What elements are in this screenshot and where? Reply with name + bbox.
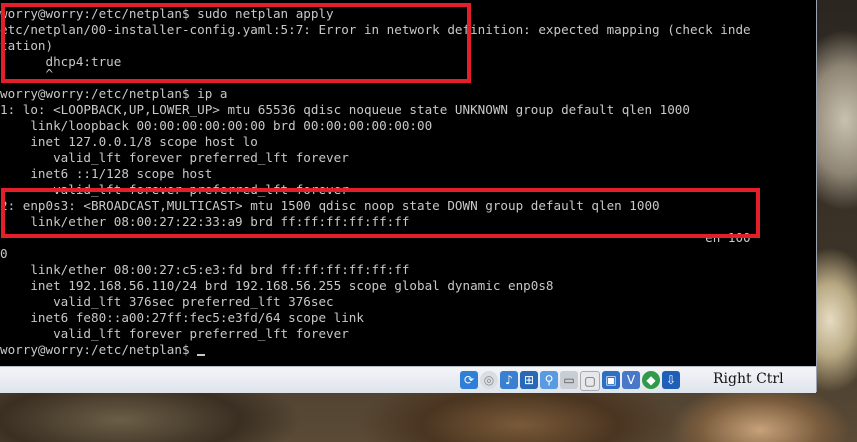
terminal-line: link/ether 08:00:27:c5:e3:fd brd ff:ff:f… [0, 262, 410, 277]
terminal-line: inet6 fe80::a00:27ff:fec5:e3fd/64 scope … [0, 310, 364, 325]
terminal-console[interactable]: worry@worry:/etc/netplan$ sudo netplan a… [0, 0, 816, 366]
terminal-prompt: worry@worry:/etc/netplan$ [0, 342, 198, 357]
vm-icon[interactable]: V [622, 371, 640, 389]
terminal-line: link/ether 08:00:27:22:33:a9 brd ff:ff:f… [0, 214, 410, 229]
keyboard-icon[interactable]: ⇩ [662, 371, 680, 389]
terminal-line: valid_lft forever preferred_lft forever [0, 326, 349, 341]
display-icon[interactable]: ▢ [580, 371, 600, 391]
terminal-line: valid_lft forever preferred_lft forever [0, 182, 349, 197]
mouse-integration-icon[interactable]: ◆ [642, 371, 660, 389]
terminal-line: 1: lo: <LOOPBACK,UP,LOWER_UP> mtu 65536 … [0, 102, 690, 117]
text-cursor [197, 354, 206, 356]
refresh-icon[interactable]: ⟳ [460, 371, 478, 389]
virtualbox-vm-window[interactable]: worry@worry:/etc/netplan$ sudo netplan a… [0, 0, 817, 393]
terminal-line: valid_lft 376sec preferred_lft 376sec [0, 294, 334, 309]
terminal-line: tation) [0, 38, 54, 53]
usb-icon[interactable]: ⚲ [540, 371, 558, 389]
network-icon[interactable]: ⊞ [520, 371, 538, 389]
terminal-line: link/loopback 00:00:00:00:00:00 brd 00:0… [0, 118, 433, 133]
terminal-line: etc/netplan/00-installer-config.yaml:5:7… [0, 22, 751, 37]
terminal-line: inet 192.168.56.110/24 brd 192.168.56.25… [0, 278, 554, 293]
terminal-line: worry@worry:/etc/netplan$ sudo netplan a… [0, 6, 334, 21]
terminal-line: inet 127.0.0.1/8 scope host lo [0, 134, 258, 149]
terminal-line: inet6 ::1/128 scope host [0, 166, 213, 181]
terminal-line: ^ [0, 66, 54, 81]
terminal-line: 0 [0, 246, 8, 261]
shared-folder-icon[interactable]: ▭ [560, 371, 578, 389]
terminal-line: en 100 [0, 230, 751, 245]
audio-icon[interactable]: ♪ [500, 371, 518, 389]
terminal-line: 2: enp0s3: <BROADCAST,MULTICAST> mtu 150… [0, 198, 660, 213]
optical-drive-icon[interactable]: ◎ [480, 371, 498, 389]
screen-capture-icon[interactable]: ▣ [602, 371, 620, 389]
vm-status-bar: ⟳ ◎ ♪ ⊞ ⚲ ▭ ▢ ▣ V ◆ ⇩ Right Ctrl [0, 366, 816, 393]
terminal-prompt-line[interactable]: worry@worry:/etc/netplan$ [0, 342, 206, 358]
terminal-line: valid_lft forever preferred_lft forever [0, 150, 349, 165]
host-key-label: Right Ctrl [713, 371, 784, 387]
terminal-line: worry@worry:/etc/netplan$ ip a [0, 86, 228, 101]
